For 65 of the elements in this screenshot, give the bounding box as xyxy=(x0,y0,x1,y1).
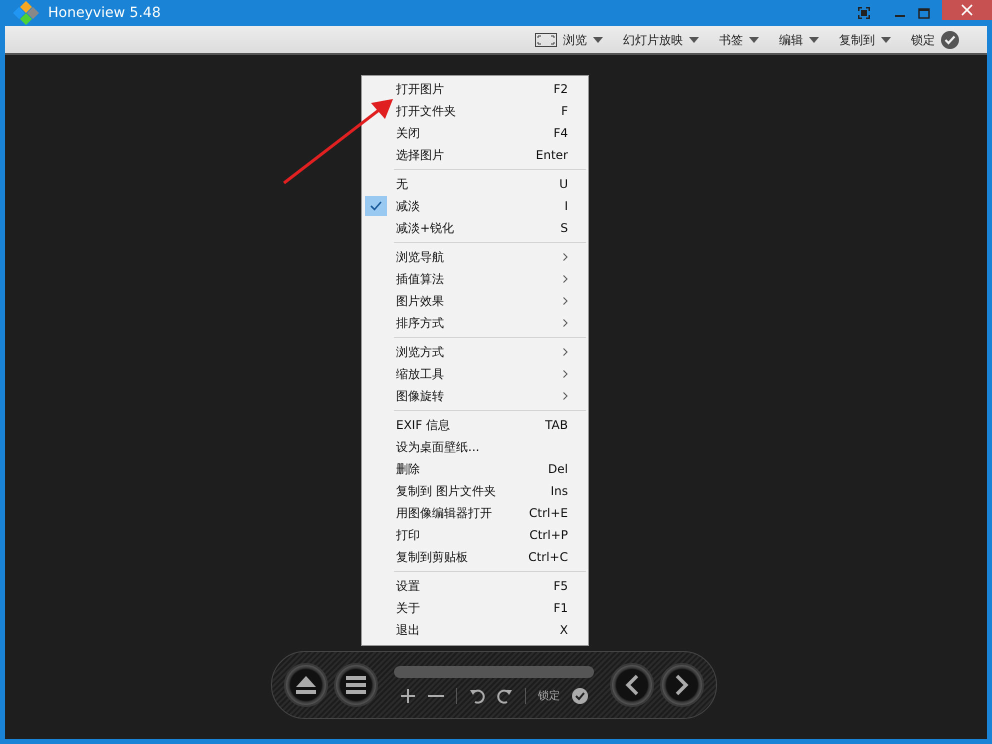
slider-track[interactable] xyxy=(394,666,594,678)
rotate-right-icon[interactable] xyxy=(497,688,513,704)
menu-item[interactable]: 关于 F1 xyxy=(362,597,588,619)
previous-button[interactable] xyxy=(610,663,654,707)
submenu-item[interactable]: 图片效果 xyxy=(362,290,588,312)
menu-dropdown[interactable]: 编辑 xyxy=(779,30,803,48)
menu-item[interactable]: 无 U xyxy=(362,173,588,195)
fullscreen-frame-icon[interactable] xyxy=(535,32,557,46)
menu-button[interactable] xyxy=(334,663,378,707)
menu-item[interactable]: 复制到 图片文件夹 Ins xyxy=(362,480,588,502)
menu-dropdown[interactable]: 浏览 xyxy=(563,30,587,48)
close-icon xyxy=(961,4,973,16)
close-button[interactable] xyxy=(942,0,992,20)
maximize-icon[interactable] xyxy=(918,8,930,18)
chevron-right-icon xyxy=(675,674,689,696)
app-logo-icon xyxy=(12,1,42,25)
caret-icon[interactable] xyxy=(689,36,699,42)
chevron-right-icon xyxy=(563,319,568,327)
menu-dropdown[interactable]: 书签 xyxy=(719,30,743,48)
menu-item[interactable]: 打印 Ctrl+P xyxy=(362,524,588,546)
chevron-left-icon xyxy=(625,674,639,696)
menu-item[interactable]: 设为桌面壁纸... xyxy=(362,436,588,458)
caret-icon[interactable] xyxy=(881,36,891,42)
rotate-left-icon[interactable] xyxy=(469,688,485,704)
fullscreen-icon[interactable] xyxy=(858,7,870,19)
check-icon[interactable] xyxy=(572,688,588,704)
menu-icon xyxy=(346,676,366,694)
menu-item[interactable]: 删除 Del xyxy=(362,458,588,480)
menu-item[interactable]: 关闭 F4 xyxy=(362,122,588,144)
submenu-item[interactable]: 缩放工具 xyxy=(362,363,588,385)
menu-dropdown[interactable]: 复制到 xyxy=(839,30,875,48)
submenu-item[interactable]: 浏览方式 xyxy=(362,341,588,363)
lock-toggle[interactable]: 锁定 xyxy=(911,30,935,48)
menu-item[interactable]: 设置 F5 xyxy=(362,575,588,597)
zoom-in-icon[interactable] xyxy=(400,688,416,704)
chevron-right-icon xyxy=(563,348,568,356)
chevron-right-icon xyxy=(563,275,568,283)
eject-button[interactable] xyxy=(284,663,328,707)
next-button[interactable] xyxy=(660,663,704,707)
eject-icon xyxy=(295,675,317,695)
menu-item[interactable]: 退出 X xyxy=(362,619,588,641)
menu-item[interactable]: EXIF 信息 TAB xyxy=(362,414,588,436)
submenu-item[interactable]: 排序方式 xyxy=(362,312,588,334)
window-title: Honeyview 5.48 xyxy=(48,4,161,22)
menu-item[interactable]: 打开图片 F2 xyxy=(362,78,588,100)
menu-dropdown[interactable]: 幻灯片放映 xyxy=(623,30,683,48)
chevron-right-icon xyxy=(563,253,568,261)
menu-item[interactable]: 选择图片 Enter xyxy=(362,144,588,166)
chevron-right-icon xyxy=(563,370,568,378)
check-icon[interactable] xyxy=(941,30,959,48)
chevron-right-icon xyxy=(563,392,568,400)
menu-item[interactable]: 减淡+锐化 S xyxy=(362,217,588,239)
chevron-right-icon xyxy=(563,297,568,305)
submenu-item[interactable]: 插值算法 xyxy=(362,268,588,290)
submenu-item[interactable]: 图像旋转 xyxy=(362,385,588,407)
menu-item[interactable]: 用图像编辑器打开 Ctrl+E xyxy=(362,502,588,524)
submenu-item[interactable]: 浏览导航 xyxy=(362,246,588,268)
menu-item[interactable]: 打开文件夹 F xyxy=(362,100,588,122)
caret-icon[interactable] xyxy=(809,36,819,42)
menu-item[interactable]: 减淡 I xyxy=(362,195,588,217)
menu-item[interactable]: 复制到剪贴板 Ctrl+C xyxy=(362,546,588,568)
zoom-out-icon[interactable] xyxy=(428,694,444,698)
caret-icon[interactable] xyxy=(749,36,759,42)
lock-label[interactable]: 锁定 xyxy=(538,688,560,704)
caret-icon[interactable] xyxy=(593,36,603,42)
